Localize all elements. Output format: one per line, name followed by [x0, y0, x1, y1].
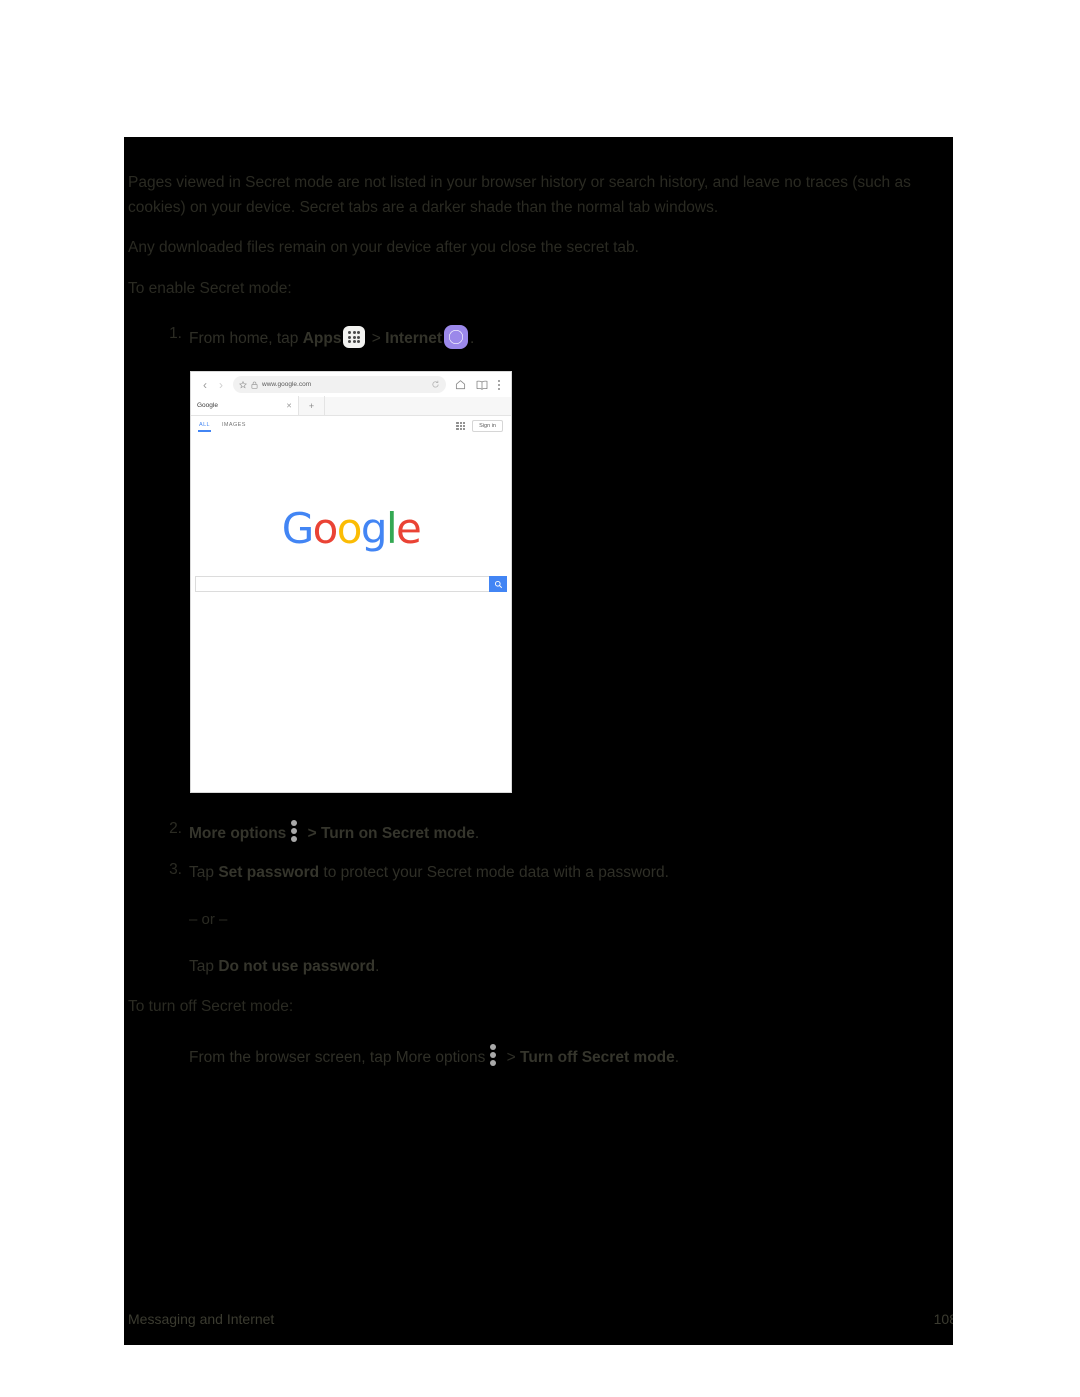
- page-content-sheet: Pages viewed in Secret mode are not list…: [124, 137, 953, 1345]
- turn-off-secret-heading: To turn off Secret mode:: [128, 998, 294, 1015]
- logo-letter: o: [312, 504, 339, 553]
- google-nav-images[interactable]: IMAGES: [222, 422, 246, 431]
- url-text: www.google.com: [262, 381, 312, 388]
- turn-off-action-label: Turn off Secret mode: [520, 1049, 675, 1066]
- logo-letter: g: [360, 504, 388, 553]
- step-2-separator: >: [303, 825, 321, 842]
- footer-section-label: Messaging and Internet: [128, 1311, 275, 1327]
- browser-more-options-icon[interactable]: [497, 379, 501, 391]
- google-apps-grid-icon[interactable]: [456, 421, 466, 431]
- step-1-separator: >: [367, 330, 386, 347]
- logo-letter: G: [281, 504, 315, 553]
- turn-off-suffix: .: [674, 1049, 680, 1066]
- google-logo: Google: [191, 508, 511, 550]
- manual-page: Pages viewed in Secret mode are not list…: [0, 0, 1080, 1397]
- browser-tab[interactable]: Google ✕: [191, 396, 299, 415]
- browser-screenshot: ‹ › www.google.com Google ✕ + ALL IMAGES…: [190, 371, 512, 793]
- more-options-vertical-dots-icon: [291, 820, 298, 842]
- step-1-apps-label: Apps: [302, 330, 342, 347]
- browser-toolbar: ‹ › www.google.com: [191, 372, 511, 397]
- turn-off-separator: >: [502, 1049, 521, 1066]
- forward-button[interactable]: ›: [213, 378, 229, 392]
- google-logo-area: Google: [191, 436, 511, 592]
- enable-secret-heading: To enable Secret mode:: [128, 280, 292, 297]
- google-nav-all[interactable]: ALL: [198, 422, 211, 432]
- step-2-suffix: .: [474, 825, 480, 842]
- turn-off-instruction: From the browser screen, tap More option…: [189, 1044, 949, 1070]
- footer-page-number: 108: [933, 1311, 953, 1327]
- do-not-use-password-label: Do not use password: [218, 958, 376, 975]
- step-3-suffix: to protect your Secret mode data with a …: [319, 864, 669, 881]
- back-button[interactable]: ‹: [197, 378, 213, 392]
- logo-letter: e: [396, 504, 422, 553]
- lock-icon: [251, 381, 258, 389]
- or-divider: – or –: [189, 911, 228, 928]
- step-3-number: 3.: [169, 861, 182, 878]
- step-3-set-password-label: Set password: [218, 864, 320, 881]
- more-options-vertical-dots-icon: [490, 1044, 497, 1066]
- internet-globe-icon: [443, 325, 468, 349]
- do-not-use-suffix: .: [375, 958, 380, 975]
- do-not-use-prefix: Tap: [189, 958, 219, 975]
- sign-in-button[interactable]: Sign in: [472, 420, 503, 432]
- turn-off-prefix: From the browser screen, tap More option…: [189, 1049, 486, 1066]
- step-1: From home, tap Apps > Internet .: [189, 325, 889, 351]
- step-1-number: 1.: [169, 325, 182, 342]
- bookmarks-book-icon[interactable]: [476, 380, 488, 390]
- step-2-number: 2.: [169, 820, 182, 837]
- step-2-prefix: More options: [189, 825, 287, 842]
- step-1-prefix: From home, tap: [189, 330, 303, 347]
- google-search-row: [195, 576, 507, 592]
- url-bar[interactable]: www.google.com: [233, 376, 446, 393]
- do-not-use-password-line: Tap Do not use password.: [189, 955, 789, 979]
- tab-close-icon[interactable]: ✕: [286, 402, 292, 410]
- logo-letter: l: [385, 504, 398, 553]
- step-1-internet-label: Internet: [385, 330, 442, 347]
- downloads-paragraph: Any downloaded files remain on your devi…: [128, 239, 639, 256]
- apps-grid-icon: [343, 326, 366, 348]
- step-1-suffix: .: [469, 330, 475, 347]
- browser-tab-bar: Google ✕ +: [191, 396, 511, 416]
- intro-paragraph: Pages viewed in Secret mode are not list…: [128, 174, 911, 216]
- step-2-action: Turn on Secret mode: [320, 825, 475, 842]
- home-icon[interactable]: [455, 379, 466, 390]
- star-icon[interactable]: [239, 380, 247, 389]
- step-3-prefix: Tap: [189, 864, 219, 881]
- step-2: More options > Turn on Secret mode.: [189, 820, 889, 846]
- step-3: Tap Set password to protect your Secret …: [189, 861, 909, 885]
- logo-letter: o: [336, 504, 363, 553]
- new-tab-button[interactable]: +: [299, 396, 325, 415]
- google-nav-bar: ALL IMAGES Sign in: [191, 416, 511, 436]
- reload-icon[interactable]: [431, 380, 440, 389]
- search-button[interactable]: [489, 576, 507, 592]
- google-nav-right: Sign in: [456, 420, 503, 432]
- search-input[interactable]: [195, 576, 489, 592]
- tab-title: Google: [197, 402, 218, 409]
